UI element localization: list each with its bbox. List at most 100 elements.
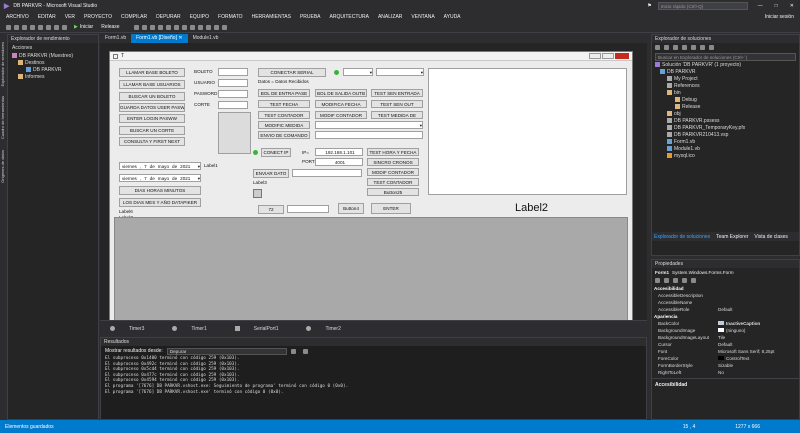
tree-item-pssess[interactable]: DB PARKVR.pssess xyxy=(655,118,799,125)
rail-toolbox[interactable]: Cuadro de herramientas xyxy=(0,96,5,139)
test-hora-fecha-button[interactable]: TEST HORA Y FECHA xyxy=(367,148,419,156)
value-input[interactable] xyxy=(287,205,329,213)
test-contador-ip-button[interactable]: TEST CONTADOR xyxy=(367,178,419,186)
form-close-button[interactable] xyxy=(615,53,629,59)
serialport1-component[interactable]: SerialPort1 xyxy=(234,326,293,332)
menu-ver[interactable]: VER xyxy=(65,14,75,20)
llamar-base-usuarios-button[interactable]: LLAMAR BASE USUARIOS xyxy=(119,80,185,89)
menu-herramientas[interactable]: HERRAMIENTAS xyxy=(252,14,291,20)
prop-category[interactable]: Apariencia xyxy=(652,313,799,320)
forward-icon[interactable] xyxy=(664,45,669,50)
toolbar-tool-icon[interactable] xyxy=(213,24,219,30)
save-all-icon[interactable] xyxy=(46,24,51,30)
tab-form1-design[interactable]: Form1.vb [Diseño] ✕ xyxy=(131,34,188,43)
start-play-icon[interactable]: ▶ xyxy=(74,24,78,30)
rail-data-sources[interactable]: Orígenes de datos xyxy=(0,150,5,183)
config-dropdown[interactable]: Release xyxy=(101,24,119,30)
prop-row[interactable]: ForeColor ControlText xyxy=(652,355,799,362)
buscar-corte-button[interactable]: BUSCAR UN CORTE xyxy=(119,126,185,135)
toolbar-tool-icon[interactable] xyxy=(173,24,179,30)
bol-salida-button[interactable]: BOL DE SALIDA OUTB xyxy=(315,89,367,97)
word-wrap-icon[interactable] xyxy=(302,348,308,354)
menu-equipo[interactable]: EQUIPO xyxy=(190,14,209,20)
test-sen-entrada-button[interactable]: TEST SEN ENTRADA xyxy=(371,89,423,97)
timer1-component[interactable]: Timer1 xyxy=(172,326,220,332)
menu-editar[interactable]: EDITAR xyxy=(38,14,56,20)
menu-prueba[interactable]: PRUEBA xyxy=(300,14,321,20)
menu-formato[interactable]: FORMATO xyxy=(218,14,243,20)
clear-output-icon[interactable] xyxy=(290,348,296,354)
prop-row[interactable]: RightToLeft No xyxy=(652,369,799,376)
prop-category[interactable]: Accesibilidad xyxy=(652,285,799,292)
command-combo[interactable]: ▾ xyxy=(315,121,423,129)
output-source-select[interactable]: Depurar xyxy=(166,347,287,355)
datapiker-button[interactable]: LOS DIAS MES Y AÑO DATAPIKER xyxy=(119,198,201,207)
menu-analizar[interactable]: ANALIZAR xyxy=(378,14,402,20)
chevron-down-icon[interactable]: ▾ xyxy=(421,69,423,75)
undo-icon[interactable] xyxy=(54,24,59,30)
collapse-icon[interactable] xyxy=(700,45,705,50)
toolbar-tool-icon[interactable] xyxy=(197,24,203,30)
menu-archivo[interactable]: ARCHIVO xyxy=(6,14,29,20)
menu-compilar[interactable]: COMPILAR xyxy=(121,14,147,20)
tree-item-vsp[interactable]: DB PARKVR210413.vsp xyxy=(655,132,799,139)
corte-input[interactable] xyxy=(218,101,248,109)
prop-row[interactable]: Cursor Default xyxy=(652,341,799,348)
test-medida-button[interactable]: TEST MEDIDA DE xyxy=(371,111,423,119)
baud-rate-combo[interactable]: ▾ xyxy=(376,68,424,76)
modif-contador-ip-button[interactable]: MODIF CONTADOR xyxy=(367,168,419,176)
menu-proyecto[interactable]: PROYECTO xyxy=(84,14,112,20)
alphabetical-icon[interactable] xyxy=(664,278,669,283)
tab-class-view[interactable]: Vista de clases xyxy=(754,234,788,240)
home-icon[interactable] xyxy=(673,45,678,50)
menu-depurar[interactable]: DEPURAR xyxy=(156,14,180,20)
test-fecha-button[interactable]: TEST FECHA xyxy=(258,100,310,108)
test-contador-button[interactable]: TEST CONTADOR xyxy=(258,111,310,119)
modifica-fecha-button[interactable]: MODIFICA FECHA xyxy=(315,100,367,108)
consulta-first-next-button[interactable]: CONSULTA Y FIRST NEXT xyxy=(119,137,185,146)
timer3-component[interactable]: Timer3 xyxy=(110,326,158,332)
tree-item-my-project[interactable]: My Project xyxy=(655,76,799,83)
received-data-textbox[interactable] xyxy=(428,68,627,195)
properties-object-selector[interactable]: Form1 System.Windows.Forms.Form xyxy=(652,268,799,276)
menu-ventana[interactable]: VENTANA xyxy=(411,14,434,20)
toolbar-tool-icon[interactable] xyxy=(157,24,163,30)
properties-icon[interactable] xyxy=(709,45,714,50)
button25[interactable]: Button25 xyxy=(367,188,419,196)
prop-row[interactable]: AccessibleDescription xyxy=(652,292,799,299)
toolbar-tool-icon[interactable] xyxy=(189,24,195,30)
tree-item-targets[interactable]: Destinos xyxy=(12,60,98,67)
tree-item-solution[interactable]: Solución 'DB PARKVR' (1 proyecto) xyxy=(655,62,799,69)
back-icon[interactable] xyxy=(655,45,660,50)
toolbar-tool-icon[interactable] xyxy=(205,24,211,30)
conect-ip-button[interactable]: CONECT IP xyxy=(261,148,291,157)
form-minimize-button[interactable] xyxy=(589,53,601,59)
enter-login-button[interactable]: ENTER LOGIN PASWW xyxy=(119,114,185,123)
ip-input[interactable]: 192.168.1.101 xyxy=(315,148,363,156)
date-picker-2[interactable]: viernes , 7 de mayo de 2021 ▾ xyxy=(119,174,201,182)
minimize-button[interactable]: — xyxy=(758,3,763,9)
tab-close-icon[interactable]: ✕ xyxy=(178,35,182,41)
tree-item-module1[interactable]: Module1.vb xyxy=(655,146,799,153)
notification-icon[interactable]: ⚑ xyxy=(647,3,651,9)
rail-server-explorer[interactable]: Explorador de servidores xyxy=(0,42,5,86)
solution-search-input[interactable]: Buscar en Explorador de soluciones (Ctrl… xyxy=(655,53,796,61)
tab-solution-explorer[interactable]: Explorador de soluciones xyxy=(654,234,710,240)
button4[interactable]: Button4 xyxy=(338,203,364,214)
serial-port-combo[interactable]: ▾ xyxy=(343,68,373,76)
prop-row[interactable]: BackgroundImage (ninguno) xyxy=(652,327,799,334)
tree-item-bin[interactable]: bin xyxy=(655,90,799,97)
chevron-down-icon[interactable]: ▾ xyxy=(370,69,372,75)
new-project-icon[interactable] xyxy=(22,24,27,30)
prop-row[interactable]: BackColor InactiveCaption xyxy=(652,320,799,327)
chevron-down-icon[interactable]: ▾ xyxy=(420,122,422,128)
tree-item-mysql-ico[interactable]: mysql.ico xyxy=(655,153,799,160)
tab-team-explorer[interactable]: Team Explorer xyxy=(716,234,748,240)
enviar-dato-button[interactable]: ENVIAR DATO xyxy=(253,169,289,178)
redo-icon[interactable] xyxy=(62,24,67,30)
guarda-datos-button[interactable]: GUARDA DATOS USER PASW xyxy=(119,103,185,112)
tree-item-references[interactable]: References xyxy=(655,83,799,90)
pasword-input[interactable] xyxy=(218,90,248,98)
tree-item-project[interactable]: DB PARKVR xyxy=(655,69,799,76)
chevron-down-icon[interactable]: ▾ xyxy=(198,163,200,169)
